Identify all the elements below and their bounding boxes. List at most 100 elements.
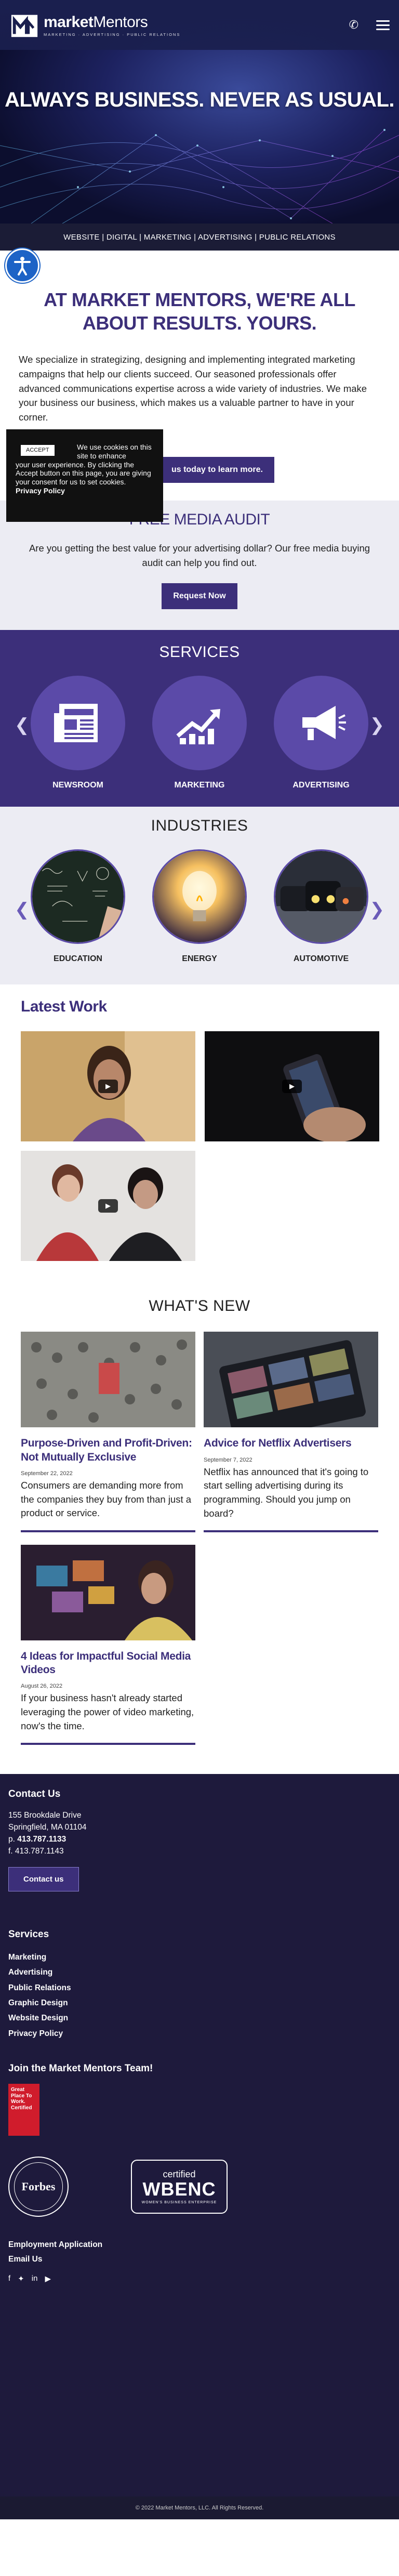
email-us-link[interactable]: Email Us: [8, 2255, 42, 2264]
forbes-badge: Forbes: [8, 2157, 69, 2217]
work-video-1[interactable]: ▶: [21, 1031, 195, 1142]
service-label: ADVERTISING: [292, 781, 350, 790]
service-item-advertising[interactable]: ADVERTISING: [274, 676, 368, 790]
play-icon[interactable]: ▶: [98, 1199, 118, 1213]
wbenc-badge: certified WBENC WOMEN'S BUSINESS ENTERPR…: [131, 2160, 228, 2214]
services-bar: WEBSITE | DIGITAL | MARKETING | ADVERTIS…: [0, 224, 399, 251]
post-title: Advice for Netflix Advertisers: [204, 1437, 352, 1450]
intro-title: AT MARKET MENTORS, WE'RE ALL ABOUT RESUL…: [44, 289, 355, 334]
cookie-text-a: We use cookies on this site to enhance: [77, 443, 152, 460]
play-icon[interactable]: ▶: [282, 1080, 302, 1094]
fax-line: f. 413.787.1143: [8, 1847, 64, 1856]
industries-prev-arrow-icon[interactable]: ❮: [15, 899, 30, 920]
industry-item-education[interactable]: EDUCATION: [31, 849, 125, 964]
cookie-banner: ACCEPT We use cookies on this site to en…: [6, 429, 163, 522]
news-post[interactable]: Advice for Netflix Advertisers September…: [204, 1332, 378, 1532]
cookie-accept-button[interactable]: ACCEPT: [21, 445, 55, 456]
industry-item-automotive[interactable]: AUTOMOTIVE: [274, 849, 368, 964]
post-excerpt: If your business hasn't already started …: [21, 1692, 194, 1731]
contact-cta-button[interactable]: us today to learn more.: [159, 456, 274, 483]
post-excerpt: Consumers are demanding more from the co…: [21, 1479, 192, 1519]
services-next-arrow-icon[interactable]: ❯: [370, 715, 385, 735]
linkedin-icon[interactable]: in: [32, 2274, 38, 2283]
logo-subtitle: MARKETING · ADVERTISING · PUBLIC RELATIO…: [44, 32, 181, 37]
youtube-icon[interactable]: ▶: [45, 2274, 51, 2283]
education-photo: [31, 849, 125, 944]
facebook-icon[interactable]: f: [8, 2274, 10, 2283]
great-place-to-work-badge: Great Place To Work. Certified: [8, 2084, 39, 2136]
contact-us-button[interactable]: Contact us: [8, 1867, 79, 1891]
industries-section: INDUSTRIES ❮ ❯ EDUCATION ENERGY AUTOMOTI…: [0, 807, 399, 985]
post-image-crowd: [21, 1332, 195, 1428]
footer-link-website-design[interactable]: Website Design: [8, 2014, 68, 2022]
footer-team-title: Join the Market Mentors Team!: [8, 2063, 153, 2074]
phone-icon[interactable]: ✆: [349, 18, 358, 32]
copyright-bar: © 2022 Market Mentors, LLC. All Rights R…: [0, 2496, 399, 2520]
intro-section: AT MARKET MENTORS, WE'RE ALL ABOUT RESUL…: [0, 251, 399, 443]
accessibility-icon[interactable]: [5, 248, 39, 283]
growth-chart-icon: [176, 709, 220, 745]
request-now-button[interactable]: Request Now: [162, 583, 237, 610]
hamburger-menu-icon[interactable]: [376, 20, 390, 30]
service-item-newsroom[interactable]: NEWSROOM: [31, 676, 125, 790]
phone-prefix: p.: [8, 1835, 15, 1844]
whats-new-section: WHAT'S NEW Purpose-Driven and Profit-Dri…: [0, 1271, 399, 1755]
industry-label: EDUCATION: [54, 954, 102, 964]
post-excerpt: Netflix has announced that it's going to…: [204, 1466, 369, 1519]
post-image-tablet: [204, 1332, 378, 1428]
latest-work-section: Latest Work ▶ ▶ ▶: [0, 984, 399, 1271]
automotive-photo: [274, 849, 368, 944]
footer-services-list: Marketing Advertising Public Relations G…: [8, 1950, 391, 2042]
site-footer: Contact Us 155 Brookdale Drive Springfie…: [0, 1773, 399, 2497]
post-image-video: [21, 1544, 195, 1640]
footer-services-title: Services: [8, 1928, 49, 1940]
footer-link-marketing[interactable]: Marketing: [8, 1953, 46, 1962]
service-label: MARKETING: [174, 781, 225, 790]
service-label: NEWSROOM: [52, 781, 103, 790]
site-header: marketMentors MARKETING · ADVERTISING · …: [0, 0, 399, 50]
hero-tagline: ALWAYS BUSINESS. NEVER AS USUAL.: [4, 88, 395, 111]
services-title: SERVICES: [159, 643, 240, 661]
privacy-policy-link[interactable]: Privacy Policy: [16, 487, 65, 495]
footer-link-advertising[interactable]: Advertising: [8, 1968, 52, 1977]
post-date: September 7, 2022: [204, 1456, 252, 1463]
service-item-marketing[interactable]: MARKETING: [152, 676, 247, 790]
services-section: SERVICES ❮ ❯ NEWSROOM MARKETING ADVERTIS…: [0, 630, 399, 807]
industries-next-arrow-icon[interactable]: ❯: [370, 899, 385, 920]
news-post[interactable]: Purpose-Driven and Profit-Driven: Not Mu…: [21, 1332, 195, 1532]
megaphone-icon: [302, 706, 346, 741]
wbenc-name: WBENC: [142, 2178, 216, 2200]
employment-application-link[interactable]: Employment Application: [8, 2240, 102, 2249]
footer-link-graphic-design[interactable]: Graphic Design: [8, 1999, 68, 2007]
audit-body: Are you getting the best value for your …: [29, 542, 370, 568]
hero-banner: marketMentors MARKETING · ADVERTISING · …: [0, 0, 399, 224]
news-post[interactable]: 4 Ideas for Impactful Social Media Video…: [21, 1544, 195, 1745]
logo-mark-icon: [11, 15, 38, 37]
twitter-icon[interactable]: ✦: [18, 2274, 24, 2283]
post-date: August 26, 2022: [21, 1683, 63, 1690]
logo-name-regular: Mentors: [93, 13, 148, 31]
social-links: f ✦ in ▶: [8, 2274, 391, 2283]
wbenc-sub: WOMEN'S BUSINESS ENTERPRISE: [141, 2201, 217, 2205]
newspaper-icon: [54, 704, 98, 743]
services-prev-arrow-icon[interactable]: ❮: [15, 715, 30, 735]
gptw-text: Great Place To Work. Certified: [11, 2087, 32, 2111]
work-video-2[interactable]: ▶: [205, 1031, 379, 1142]
work-video-3[interactable]: ▶: [21, 1151, 195, 1261]
whats-new-title: WHAT'S NEW: [149, 1297, 250, 1315]
energy-photo: [152, 849, 247, 944]
cookie-text-b: your user experience. By clicking the Ac…: [16, 460, 151, 487]
forbes-text: Forbes: [14, 2162, 63, 2212]
play-icon[interactable]: ▶: [98, 1080, 118, 1094]
industry-label: AUTOMOTIVE: [293, 954, 349, 964]
phone-link[interactable]: 413.787.1133: [17, 1835, 66, 1844]
footer-link-privacy-policy[interactable]: Privacy Policy: [8, 2029, 63, 2038]
industry-item-energy[interactable]: ENERGY: [152, 849, 247, 964]
footer-link-public-relations[interactable]: Public Relations: [8, 1983, 71, 1992]
post-title: Purpose-Driven and Profit-Driven: Not Mu…: [21, 1437, 192, 1463]
intro-body: We specialize in strategizing, designing…: [19, 354, 367, 423]
logo[interactable]: marketMentors MARKETING · ADVERTISING · …: [9, 10, 180, 40]
latest-work-title: Latest Work: [21, 998, 107, 1016]
address-line-2: Springfield, MA 01104: [8, 1822, 87, 1832]
footer-contact-title: Contact Us: [8, 1788, 61, 1799]
